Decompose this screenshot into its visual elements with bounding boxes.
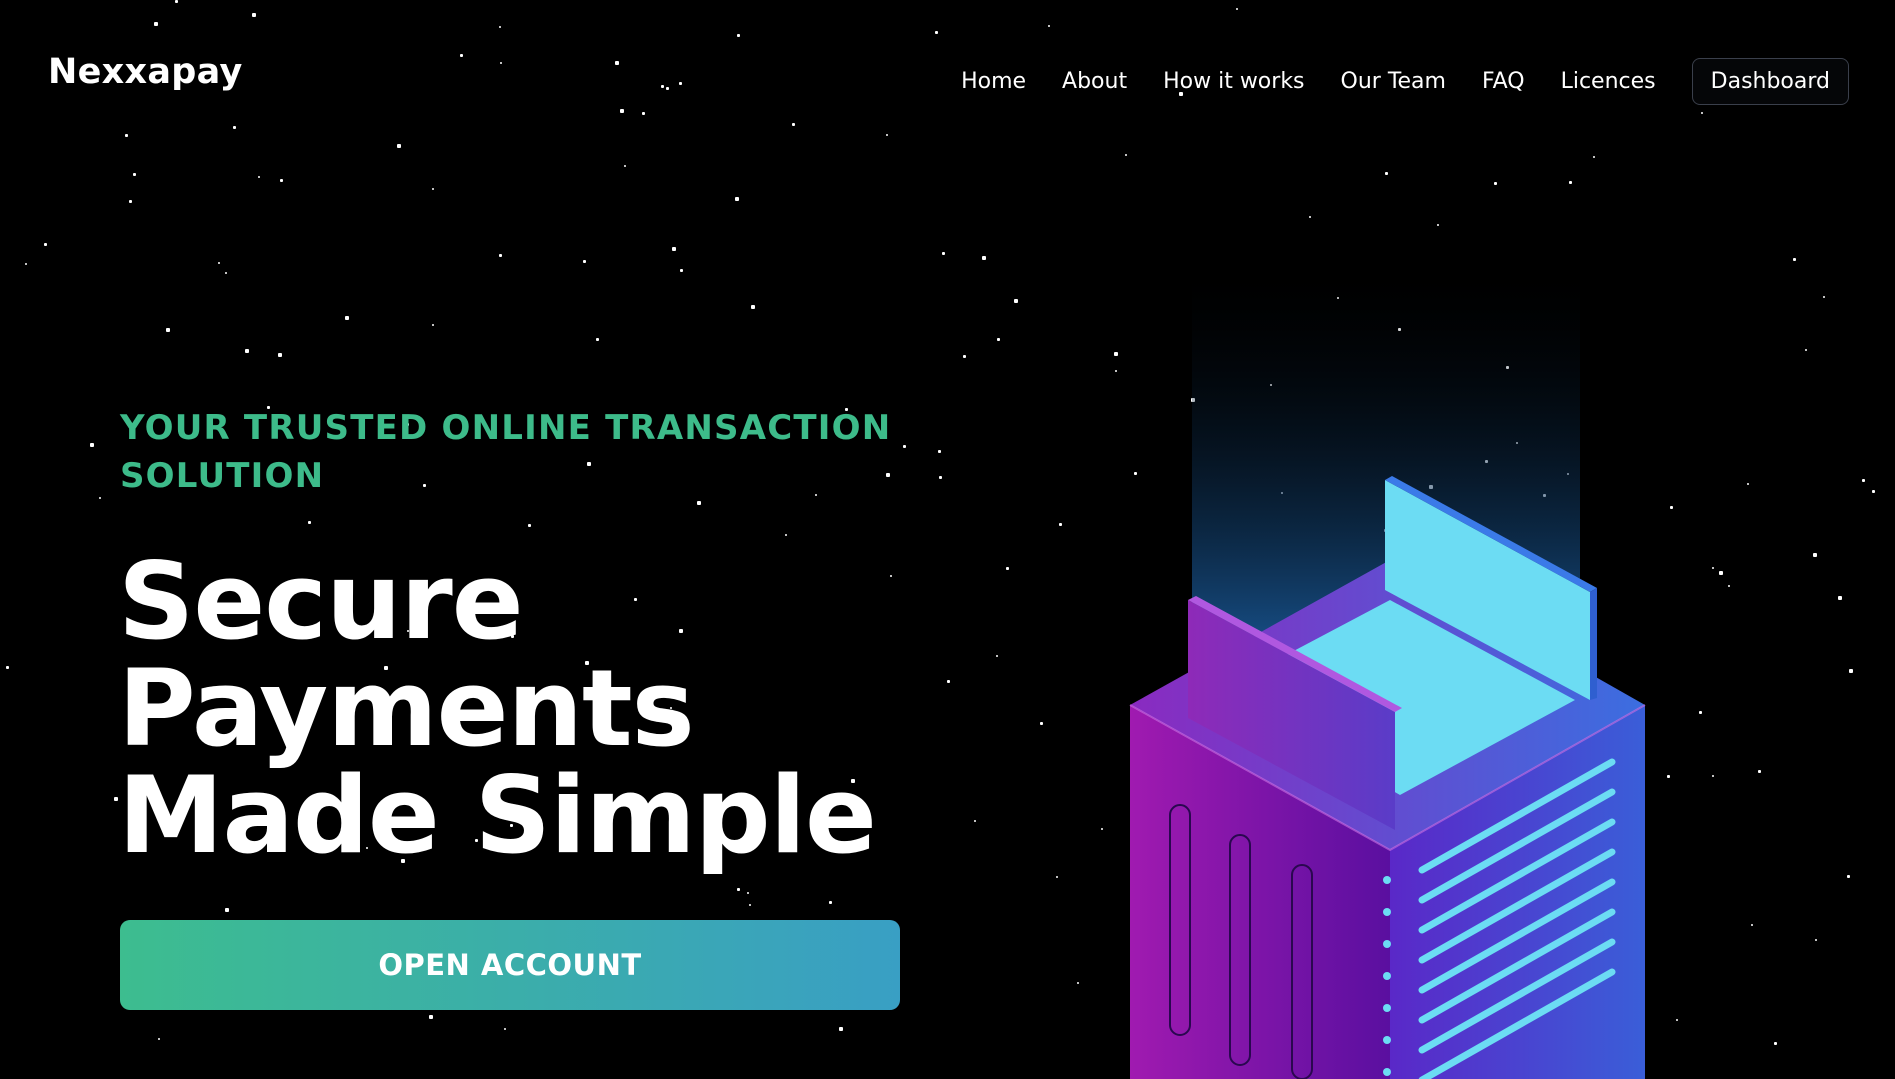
- star-dot: [158, 1038, 160, 1040]
- star-dot: [1014, 299, 1018, 303]
- star-dot: [583, 260, 586, 263]
- star-dot: [735, 197, 739, 201]
- star-dot: [1793, 258, 1796, 261]
- nav-link-how-it-works[interactable]: How it works: [1163, 69, 1304, 94]
- nav-link-faq[interactable]: FAQ: [1482, 69, 1525, 94]
- star-dot: [1712, 567, 1714, 569]
- star-dot: [1747, 483, 1749, 485]
- star-dot: [749, 904, 751, 906]
- star-dot: [1309, 216, 1311, 218]
- star-dot: [1040, 722, 1043, 725]
- star-dot: [1847, 875, 1850, 878]
- star-dot: [997, 338, 1000, 341]
- star-dot: [1719, 571, 1723, 575]
- star-dot: [1805, 349, 1807, 351]
- star-dot: [1437, 224, 1439, 226]
- star-dot: [25, 263, 27, 265]
- star-dot: [982, 256, 986, 260]
- star-dot: [133, 173, 136, 176]
- star-dot: [44, 243, 47, 246]
- star-dot: [1077, 982, 1079, 984]
- star-dot: [624, 165, 626, 167]
- star-dot: [947, 680, 950, 683]
- star-dot: [225, 272, 227, 274]
- dashboard-button[interactable]: Dashboard: [1691, 58, 1849, 105]
- star-dot: [996, 655, 998, 657]
- star-dot: [737, 888, 740, 891]
- star-dot: [278, 353, 282, 357]
- star-dot: [1849, 669, 1853, 673]
- star-dot: [942, 252, 945, 255]
- star-dot: [1712, 775, 1714, 777]
- star-dot: [429, 1015, 433, 1019]
- star-dot: [1006, 567, 1009, 570]
- star-dot: [1385, 172, 1388, 175]
- star-dot: [829, 901, 832, 904]
- star-dot: [528, 524, 531, 527]
- star-dot: [432, 324, 434, 326]
- star-dot: [166, 328, 170, 332]
- star-dot: [1059, 523, 1062, 526]
- nav-link-licences[interactable]: Licences: [1561, 69, 1656, 94]
- star-dot: [596, 338, 599, 341]
- star-dot: [99, 497, 101, 499]
- star-dot: [672, 247, 676, 251]
- star-dot: [747, 892, 749, 894]
- star-dot: [751, 305, 755, 309]
- star-dot: [218, 262, 220, 264]
- star-dot: [1494, 182, 1497, 185]
- star-dot: [432, 188, 434, 190]
- star-dot: [1728, 585, 1730, 587]
- star-dot: [1569, 181, 1572, 184]
- star-dot: [90, 443, 94, 447]
- hero-title: Secure Payments Made Simple: [118, 548, 938, 869]
- star-dot: [697, 501, 701, 505]
- star-dot: [1838, 596, 1842, 600]
- brand-logo[interactable]: Nexxapay: [48, 52, 243, 92]
- star-dot: [1125, 154, 1127, 156]
- star-dot: [1823, 296, 1825, 298]
- hero-title-line: Payments: [118, 647, 695, 770]
- star-dot: [963, 355, 966, 358]
- nav-menu: Home About How it works Our Team FAQ Lic…: [961, 58, 1849, 105]
- hero-tagline: YOUR TRUSTED ONLINE TRANSACTION SOLUTION: [120, 408, 892, 496]
- star-dot: [499, 254, 502, 257]
- nav-link-home[interactable]: Home: [961, 69, 1026, 94]
- star-dot: [1593, 156, 1595, 158]
- star-dot: [1862, 479, 1865, 482]
- star-dot: [785, 534, 787, 536]
- star-dot: [280, 179, 283, 182]
- star-dot: [839, 1027, 843, 1031]
- server-card-icon: [1129, 260, 1646, 1079]
- star-dot: [225, 908, 229, 912]
- hero-title-line: Secure: [118, 540, 524, 663]
- star-dot: [1751, 924, 1753, 926]
- star-dot: [504, 1028, 506, 1030]
- star-dot: [6, 666, 9, 669]
- star-dot: [1699, 711, 1702, 714]
- star-dot: [345, 316, 349, 320]
- hero-title-line: Made Simple: [118, 754, 877, 877]
- star-dot: [258, 176, 260, 178]
- top-navbar: Nexxapay Home About How it works Our Tea…: [0, 0, 1895, 152]
- star-dot: [1815, 939, 1817, 941]
- nav-link-about[interactable]: About: [1062, 69, 1127, 94]
- open-account-button[interactable]: OPEN ACCOUNT: [120, 920, 900, 1010]
- star-dot: [1758, 770, 1761, 773]
- star-dot: [680, 269, 683, 272]
- star-dot: [1872, 490, 1875, 493]
- star-dot: [1774, 1042, 1777, 1045]
- nav-link-our-team[interactable]: Our Team: [1341, 69, 1446, 94]
- star-dot: [974, 820, 976, 822]
- star-dot: [245, 349, 249, 353]
- star-dot: [129, 200, 132, 203]
- star-dot: [1056, 876, 1058, 878]
- star-dot: [308, 521, 311, 524]
- star-dot: [1813, 553, 1817, 557]
